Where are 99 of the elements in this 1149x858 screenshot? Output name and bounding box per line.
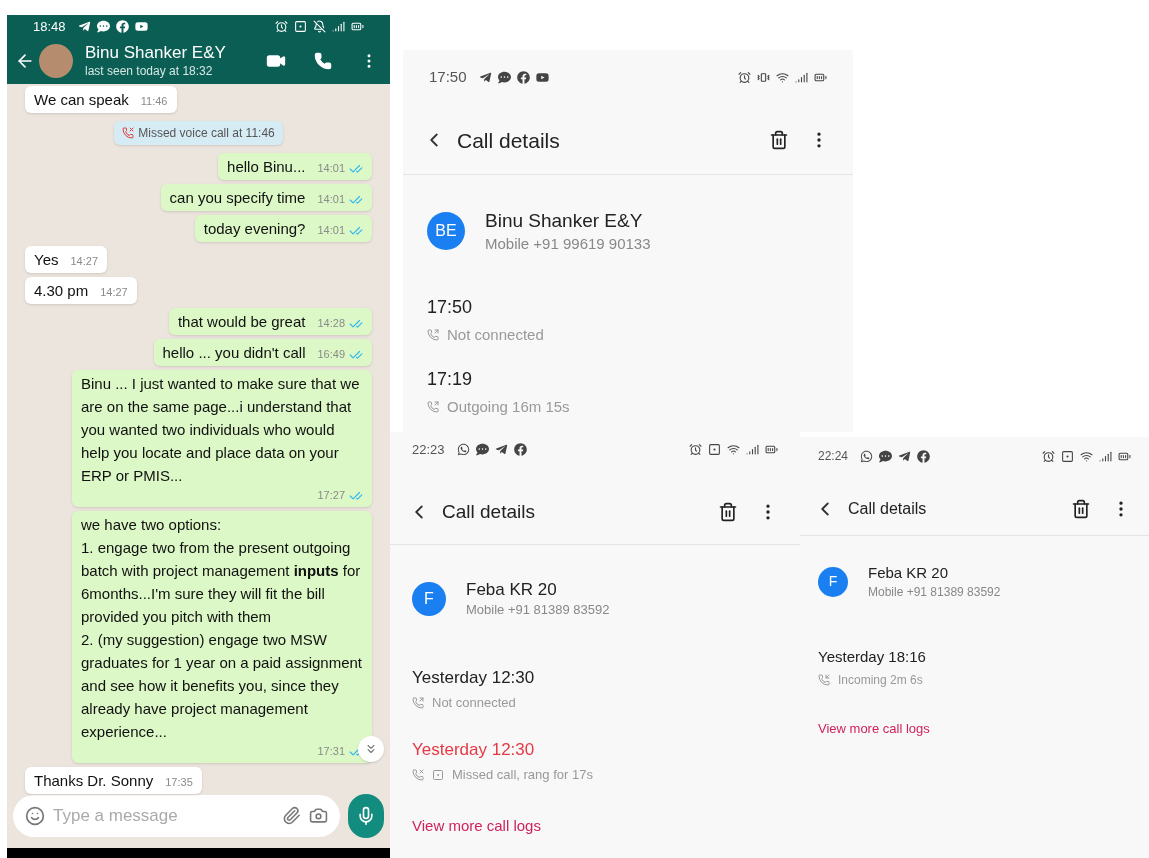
phone-missed-icon: [412, 768, 424, 781]
delete-icon[interactable]: [718, 501, 738, 522]
chat-bubble-icon: [497, 70, 511, 84]
phone-number: Mobile +91 81389 83592: [466, 602, 610, 619]
phone-number: Mobile +91 81389 83592: [868, 584, 1001, 600]
signal-icon: [795, 70, 808, 84]
message-text: Binu ... I just wanted to make sure that we are on the same page...i understand that you wanted two individuals who would help you locate and place data on your ERP or PMIS...: [81, 373, 361, 486]
youtube-icon: [535, 70, 549, 84]
contact-avatar: F: [412, 581, 446, 616]
message-text: 4.30 pm: [34, 280, 89, 301]
message-time: 11:46: [140, 94, 168, 110]
facebook-icon: [115, 19, 129, 33]
phone-outgoing-icon: [412, 696, 424, 709]
wifi-icon: [1080, 449, 1093, 463]
telegram-icon: [898, 449, 912, 463]
message-time: 17:27: [317, 488, 345, 504]
message-text: Yes: [34, 249, 59, 270]
view-call-logs-link[interactable]: View more call logs: [818, 719, 1131, 739]
bell-off-icon: [313, 19, 326, 33]
call-detail: Not connected: [432, 694, 516, 712]
camera-icon[interactable]: [309, 806, 328, 826]
message-text: we have two options: 1. engage two from the present outgoing batch with project management inputs for 6months...I'm sure they will fit the bill provided you pitch with them 2. (my suggestion) engage two MSW graduates for 1 year on a paid assignment and see how it benefits you, since they already have project management experience...: [81, 514, 363, 742]
message-time: 14:27: [100, 285, 128, 301]
message-time: 14:01: [317, 161, 345, 177]
view-call-logs-link[interactable]: View more call logs: [412, 814, 778, 837]
status-time: 22:23: [412, 441, 445, 459]
alarm-icon: [1042, 449, 1055, 463]
status-time: 17:50: [429, 67, 467, 87]
telegram-icon: [494, 443, 508, 457]
signal-icon: [746, 443, 759, 457]
screen-title: Call details: [848, 499, 927, 519]
contact-name: Binu Shanker E&Y: [85, 42, 226, 64]
contact-name: Feba KR 20: [868, 564, 950, 583]
call-time: Yesterday 18:16: [818, 646, 927, 667]
youtube-icon: [134, 19, 148, 33]
screen-title: Call details: [457, 127, 560, 154]
telegram-icon: [478, 70, 492, 84]
message-text: hello ... you didn't call: [162, 342, 306, 363]
chat-bubble-icon: [96, 19, 110, 33]
alarm-icon: [738, 70, 751, 84]
call-detail: Missed call, rang for 17s: [452, 766, 593, 784]
message-text: We can speak: [34, 89, 129, 110]
facebook-icon: [516, 70, 530, 84]
emoji-icon[interactable]: [25, 805, 45, 826]
facebook-icon: [917, 449, 931, 463]
message-time: 14:01: [317, 192, 345, 208]
missed-call-icon: [122, 126, 135, 139]
wifi-icon: [727, 443, 740, 457]
facebook-icon: [513, 443, 527, 457]
contact-name: Feba KR 20: [466, 579, 558, 601]
phone-number: Mobile +91 99619 90133: [485, 234, 651, 254]
contact-name: Binu Shanker E&Y: [485, 209, 644, 233]
phone-outgoing-icon: [427, 328, 439, 341]
message-text: that would be great: [177, 311, 306, 332]
status-time: 18:48: [33, 17, 66, 36]
chat-bubble-icon: [475, 443, 489, 457]
delete-icon[interactable]: [769, 130, 789, 151]
message-input-field[interactable]: Type a message: [53, 802, 274, 829]
delete-icon[interactable]: [1071, 499, 1091, 519]
call-detail: Incoming 2m 6s: [838, 672, 923, 690]
whatsapp-icon: [860, 449, 874, 463]
system-notice: Missed voice call at 11:46: [114, 120, 283, 145]
alarm-icon: [689, 443, 702, 457]
call-time: 17:50: [427, 295, 474, 319]
call-time: Yesterday 12:30: [412, 666, 536, 689]
attach-icon[interactable]: [282, 806, 301, 826]
call-detail: Outgoing 16m 15s: [447, 397, 570, 417]
telegram-icon: [77, 19, 91, 33]
message-time: 14:01: [317, 223, 345, 239]
message-field[interactable]: Type a message: [13, 794, 340, 837]
message-text: today evening?: [203, 218, 306, 239]
signal-icon: [1099, 449, 1112, 463]
status-time: 22:24: [818, 448, 849, 465]
call-time: Yesterday 12:30: [412, 738, 536, 761]
screen-title: Call details: [442, 499, 535, 524]
message-text: Thanks Dr. Sonny: [34, 770, 154, 791]
contact-avatar: F: [818, 566, 848, 597]
phone-icon[interactable]: [314, 51, 332, 70]
call-detail: Not connected: [447, 324, 544, 345]
call-time: 17:19: [427, 368, 474, 391]
vibrate-icon: [757, 70, 770, 84]
alarm-icon: [275, 19, 288, 33]
message-time: 17:31: [317, 744, 345, 760]
message-time: 14:28: [317, 316, 345, 332]
phone-incoming-icon: [818, 674, 830, 687]
phone-outgoing-icon: [427, 401, 439, 414]
microphone-button[interactable]: [348, 793, 384, 838]
signal-icon: [332, 19, 345, 33]
last-seen-text: last seen today at 18:32: [85, 63, 214, 79]
message-time: 17:35: [165, 775, 193, 791]
message-text: hello Binu...: [227, 156, 306, 177]
microphone-icon: [356, 805, 376, 826]
whatsapp-icon: [456, 443, 470, 457]
chat-bubble-icon: [879, 449, 893, 463]
contact-avatar: BE: [427, 212, 465, 251]
message-time: 14:27: [70, 254, 98, 270]
message-time: 16:49: [317, 347, 345, 363]
wifi-icon: [776, 70, 789, 84]
message-text: can you specify time: [169, 187, 306, 208]
